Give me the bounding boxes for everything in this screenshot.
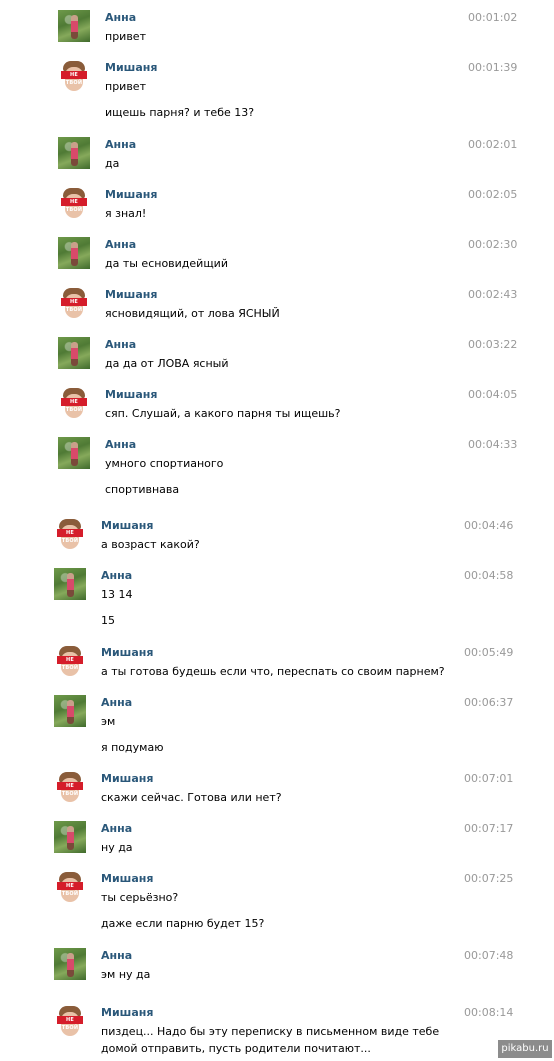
message-text: да да от ЛОВА ясный xyxy=(105,357,229,370)
sender-name[interactable]: Анна xyxy=(101,569,132,582)
avatar[interactable] xyxy=(58,10,90,42)
avatar[interactable]: НЕ ТВОЙ xyxy=(54,518,86,550)
avatar[interactable] xyxy=(54,948,86,980)
message-time: 00:04:46 xyxy=(464,519,514,532)
message-text: 13 14 xyxy=(101,588,133,601)
message-time: 00:04:05 xyxy=(468,388,518,401)
avatar-label: НЕ ТВОЙ xyxy=(57,782,83,797)
message-text: да xyxy=(105,157,120,170)
avatar-label: НЕ ТВОЙ xyxy=(61,398,87,413)
message-text: эм ну да xyxy=(101,968,151,981)
avatar-label: НЕ ТВОЙ xyxy=(57,529,83,544)
message-text: 15 xyxy=(101,614,115,627)
avatar[interactable]: НЕ ТВОЙ xyxy=(54,1005,86,1037)
message-text: умного спортианого xyxy=(105,457,224,470)
message-text: привет xyxy=(105,30,146,43)
message-text: сяп. Слушай, а какого парня ты ищешь? xyxy=(105,407,341,420)
avatar[interactable] xyxy=(58,437,90,469)
sender-name[interactable]: Мишаня xyxy=(105,188,157,201)
message-text: ты серьёзно? xyxy=(101,891,179,904)
avatar-label: НЕ ТВОЙ xyxy=(57,656,83,671)
message-time: 00:01:02 xyxy=(468,11,518,24)
avatar[interactable]: НЕ ТВОЙ xyxy=(58,387,90,419)
sender-name[interactable]: Анна xyxy=(105,138,136,151)
message-text: пиздец... Надо бы эту переписку в письме… xyxy=(101,1025,440,1055)
message-time: 00:02:30 xyxy=(468,238,518,251)
avatar-label: НЕ ТВОЙ xyxy=(61,71,87,86)
sender-name[interactable]: Анна xyxy=(105,438,136,451)
message-text: а ты готова будешь если что, переспать с… xyxy=(101,665,445,678)
message-text: да ты есновидейщий xyxy=(105,257,228,270)
avatar[interactable] xyxy=(58,137,90,169)
sender-name[interactable]: Мишаня xyxy=(105,61,157,74)
sender-name[interactable]: Анна xyxy=(105,338,136,351)
message-text: привет xyxy=(105,80,146,93)
message-text: даже если парню будет 15? xyxy=(101,917,265,930)
message-text: спортивнава xyxy=(105,483,180,496)
avatar-label: НЕ ТВОЙ xyxy=(57,882,83,897)
sender-name[interactable]: Анна xyxy=(105,238,136,251)
avatar[interactable]: НЕ ТВОЙ xyxy=(54,645,86,677)
message-text: ясновидящий, от лова ЯСНЫЙ xyxy=(105,307,280,320)
sender-name[interactable]: Мишаня xyxy=(101,646,153,659)
avatar[interactable]: НЕ ТВОЙ xyxy=(58,187,90,219)
avatar[interactable]: НЕ ТВОЙ xyxy=(58,287,90,319)
message-time: 00:07:48 xyxy=(464,949,514,962)
avatar[interactable]: НЕ ТВОЙ xyxy=(54,871,86,903)
message-text: ну да xyxy=(101,841,133,854)
message-time: 00:06:37 xyxy=(464,696,514,709)
message-text: скажи сейчас. Готова или нет? xyxy=(101,791,282,804)
avatar[interactable]: НЕ ТВОЙ xyxy=(54,771,86,803)
sender-name[interactable]: Анна xyxy=(101,696,132,709)
avatar-label: НЕ ТВОЙ xyxy=(57,1016,83,1031)
message-text: ищешь парня? и тебе 13? xyxy=(105,106,255,119)
message-time: 00:04:33 xyxy=(468,438,518,451)
message-time: 00:03:22 xyxy=(468,338,518,351)
message-time: 00:02:43 xyxy=(468,288,518,301)
message-time: 00:07:01 xyxy=(464,772,514,785)
avatar[interactable] xyxy=(58,237,90,269)
avatar[interactable] xyxy=(54,821,86,853)
message-text: эм xyxy=(101,715,116,728)
sender-name[interactable]: Мишаня xyxy=(105,388,157,401)
sender-name[interactable]: Анна xyxy=(105,11,136,24)
message-time: 00:02:05 xyxy=(468,188,518,201)
avatar[interactable]: НЕ ТВОЙ xyxy=(58,60,90,92)
message-time: 00:05:49 xyxy=(464,646,514,659)
message-time: 00:02:01 xyxy=(468,138,518,151)
sender-name[interactable]: Мишаня xyxy=(101,872,153,885)
message-time: 00:01:39 xyxy=(468,61,518,74)
avatar[interactable] xyxy=(54,568,86,600)
message-text: я подумаю xyxy=(101,741,164,754)
sender-name[interactable]: Мишаня xyxy=(101,519,153,532)
message-time: 00:07:17 xyxy=(464,822,514,835)
avatar-label: НЕ ТВОЙ xyxy=(61,198,87,213)
sender-name[interactable]: Мишаня xyxy=(101,772,153,785)
message-time: 00:07:25 xyxy=(464,872,514,885)
watermark: pikabu.ru xyxy=(498,1040,552,1058)
message-time: 00:04:58 xyxy=(464,569,514,582)
sender-name[interactable]: Анна xyxy=(101,949,132,962)
sender-name[interactable]: Мишаня xyxy=(105,288,157,301)
sender-name[interactable]: Анна xyxy=(101,822,132,835)
message-text: я знал! xyxy=(105,207,147,220)
sender-name[interactable]: Мишаня xyxy=(101,1006,153,1019)
avatar-label: НЕ ТВОЙ xyxy=(61,298,87,313)
avatar[interactable] xyxy=(58,337,90,369)
avatar[interactable] xyxy=(54,695,86,727)
message-time: 00:08:14 xyxy=(464,1006,514,1019)
message-text: а возраст какой? xyxy=(101,538,200,551)
